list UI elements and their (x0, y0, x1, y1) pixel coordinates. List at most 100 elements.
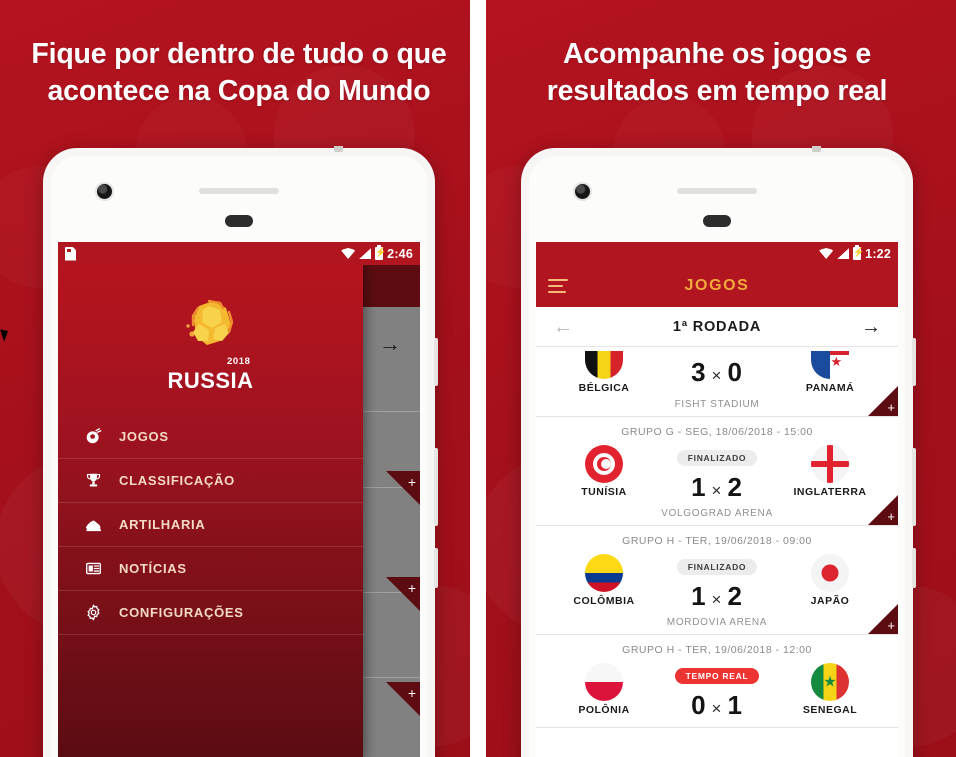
phone-side-button-volume-up[interactable] (434, 338, 438, 386)
wifi-icon (819, 248, 834, 259)
flag-tunisia-icon (585, 445, 623, 483)
next-round-button[interactable]: → (861, 317, 881, 337)
hamburger-icon[interactable] (548, 278, 568, 294)
phone-side-button-power[interactable] (912, 548, 916, 588)
wifi-icon (341, 248, 356, 259)
phone-mockup-left: → A + + + (43, 146, 438, 757)
headline-right: Acompanhe os jogos e resultados em tempo… (478, 36, 956, 110)
away-score: 2 (727, 581, 743, 611)
sidebar-item-label: ARTILHARIA (119, 517, 206, 532)
home-score: 1 (691, 581, 707, 611)
stadium-name: MORDOVIA ARENA (666, 617, 768, 628)
panel-divider (470, 0, 486, 757)
phone-body-right: 1:22 JOGOS ← 1ª RODADA → (529, 156, 905, 757)
behind-add-match-badge-3[interactable]: + (386, 682, 420, 716)
match-score: 3 × 0 (691, 357, 743, 388)
away-score: 0 (727, 357, 743, 387)
navigation-drawer: 2018 RUSSIA JOGOS CLASSIFICAÇÃO ARTILHAR… (58, 265, 363, 757)
match-group-label: GRUPO H - TER, 19/06/2018 - 09:00 (622, 535, 812, 547)
drawer-logo: 2018 RUSSIA (58, 265, 363, 415)
status-badge: FINALIZADO (676, 559, 758, 575)
match-row[interactable]: POLÔNIA TEMPO REAL 0 × 1 ★ SENEGAL (536, 659, 898, 728)
headline-left: Fique por dentro de tudo o que acontece … (0, 36, 478, 110)
status-badge: FINALIZADO (676, 450, 758, 466)
front-camera-icon (95, 182, 114, 201)
home-score: 0 (691, 690, 707, 720)
home-team: TUNÍSIA (550, 445, 658, 498)
sidebar-item-jogos[interactable]: JOGOS (58, 415, 363, 459)
phone-side-button-volume-down[interactable] (912, 448, 916, 526)
behind-next-arrow-icon[interactable]: → (379, 333, 401, 355)
away-team: JAPÃO (776, 554, 884, 607)
home-team: COLÔMBIA (550, 554, 658, 607)
screenshot-stage: Fique por dentro de tudo o que acontece … (0, 0, 956, 757)
status-bar-left: 2:46 (58, 242, 420, 265)
match-row[interactable]: BÉLGICA 3 × 0 ★ PANAMÁ FISHT STADIUM + (536, 347, 898, 417)
match-score: 1 × 2 (691, 472, 743, 503)
phone-top-notch (334, 146, 343, 152)
sidebar-item-artilharia[interactable]: ARTILHARIA (58, 503, 363, 547)
headline-right-line1: Acompanhe os jogos e (563, 38, 871, 70)
flag-senegal-icon: ★ (811, 663, 849, 701)
front-camera-icon (573, 182, 592, 201)
sidebar-item-classificacao[interactable]: CLASSIFICAÇÃO (58, 459, 363, 503)
behind-add-match-badge-1[interactable]: + (386, 471, 420, 505)
score-separator: × (711, 699, 723, 718)
phone-mockup-right: 1:22 JOGOS ← 1ª RODADA → (521, 146, 916, 757)
phone-side-button-power[interactable] (434, 548, 438, 588)
flag-belgium-icon (585, 351, 623, 379)
sidebar-item-label: CONFIGURAÇÕES (119, 605, 244, 620)
headline-right-line2: resultados em tempo real (546, 75, 888, 108)
home-score: 3 (691, 357, 707, 387)
match-row[interactable]: TUNÍSIA FINALIZADO 1 × 2 INGLATERRA VOLG… (536, 441, 898, 526)
match-group-label: GRUPO G - SEG, 18/06/2018 - 15:00 (621, 426, 813, 438)
behind-add-match-badge-2[interactable]: + (386, 577, 420, 611)
home-score: 1 (691, 472, 707, 502)
phone-side-button-volume-up[interactable] (912, 338, 916, 386)
boot-icon (83, 515, 103, 535)
phone-screen-right: 1:22 JOGOS ← 1ª RODADA → (536, 242, 898, 757)
logo-russia-label: RUSSIA (167, 368, 254, 393)
match-group-label: GRUPO H - TER, 19/06/2018 - 12:00 (622, 644, 812, 656)
add-match-badge[interactable]: + (868, 604, 898, 634)
status-bar-clock: 2:46 (387, 246, 413, 261)
status-bar-right: 1:22 (536, 242, 898, 265)
drawer-menu: JOGOS CLASSIFICAÇÃO ARTILHARIA NOTÍCIAS … (58, 415, 363, 635)
phone-top-notch (812, 146, 821, 152)
add-match-badge[interactable]: + (868, 386, 898, 416)
phone-screen-left: → A + + + (58, 242, 420, 757)
flag-japan-icon (811, 554, 849, 592)
previous-round-button[interactable]: ← (553, 317, 573, 337)
match-score: 0 × 1 (691, 690, 743, 721)
sidebar-item-noticias[interactable]: NOTÍCIAS (58, 547, 363, 591)
headline-left-line2: acontece na Copa do Mundo (47, 75, 431, 108)
score-separator: × (711, 366, 723, 385)
team-name: POLÔNIA (578, 704, 630, 716)
soccer-ball-icon (83, 427, 103, 447)
round-title: 1ª RODADA (672, 318, 762, 335)
promo-panel-right: Acompanhe os jogos e resultados em tempo… (478, 0, 956, 757)
away-score: 2 (727, 472, 743, 502)
status-badge: TEMPO REAL (674, 668, 760, 684)
gear-icon (83, 603, 103, 623)
flag-england-icon (811, 445, 849, 483)
away-team: INGLATERRA (776, 445, 884, 498)
match-row[interactable]: COLÔMBIA FINALIZADO 1 × 2 JAPÃO MORDOVIA… (536, 550, 898, 635)
proximity-sensor (703, 215, 731, 227)
status-bar-clock: 1:22 (865, 246, 891, 261)
match-list[interactable]: BÉLGICA 3 × 0 ★ PANAMÁ FISHT STADIUM + G… (536, 347, 898, 757)
battery-charging-icon (375, 245, 384, 260)
sidebar-item-configuracoes[interactable]: CONFIGURAÇÕES (58, 591, 363, 635)
add-match-badge[interactable]: + (868, 495, 898, 525)
newspaper-icon (83, 559, 103, 579)
russia-2018-ball-icon (185, 299, 233, 345)
score-separator: × (711, 481, 723, 500)
earpiece-speaker (677, 188, 757, 194)
proximity-sensor (225, 215, 253, 227)
logo-year-label: 2018 (226, 356, 251, 367)
mouse-cursor (0, 327, 11, 342)
phone-side-button-volume-down[interactable] (434, 448, 438, 526)
away-team: ★ SENEGAL (776, 663, 884, 716)
team-name: BÉLGICA (578, 382, 630, 394)
cellular-signal-icon (837, 248, 850, 259)
